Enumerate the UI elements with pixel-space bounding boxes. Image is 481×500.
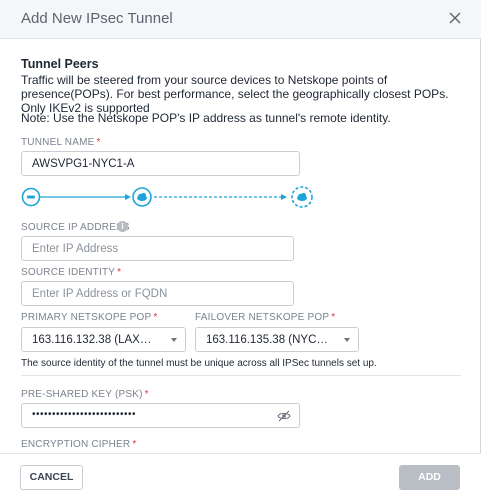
source-identity-label: SOURCE IDENTITY * xyxy=(21,267,122,278)
cloud-icon xyxy=(132,187,152,207)
source-ip-input[interactable]: Enter IP Address xyxy=(21,236,294,261)
failover-tunnel-arrow xyxy=(281,194,287,200)
note-text: Note: Use the Netskope POP's IP address … xyxy=(21,111,391,125)
close-icon[interactable] xyxy=(446,9,464,27)
failover-cloud-icon xyxy=(291,186,313,208)
modal-title: Add New IPsec Tunnel xyxy=(21,10,173,27)
info-icon[interactable]: i xyxy=(117,221,128,232)
failover-pop-value: 163.116.135.38 (NYC1 - New York, NY) xyxy=(206,334,331,346)
modal-header: Add New IPsec Tunnel xyxy=(0,0,481,39)
add-button[interactable]: ADD xyxy=(399,465,460,490)
tunnel-name-input[interactable]: AWSVPG1-NYC1-A xyxy=(21,151,300,176)
primary-tunnel-arrow xyxy=(125,194,131,200)
primary-pop-label: PRIMARY NETSKOPE POP * xyxy=(21,312,158,323)
failover-pop-label: FAILOVER NETSKOPE POP * xyxy=(195,312,336,323)
section-title: Tunnel Peers xyxy=(21,57,99,71)
source-ip-label: SOURCE IP ADDRESS xyxy=(21,222,130,233)
psk-label: PRE-SHARED KEY (PSK) * xyxy=(21,389,149,400)
tunnel-name-label: TUNNEL NAME * xyxy=(21,137,101,148)
modal-footer: CANCEL ADD xyxy=(0,453,481,500)
psk-input[interactable]: •••••••••••••••••••••••••• xyxy=(21,403,300,428)
tunnel-flow-diagram xyxy=(21,186,313,208)
add-ipsec-tunnel-modal: Add New IPsec Tunnel Tunnel Peers Traffi… xyxy=(0,0,481,500)
primary-pop-select[interactable]: 163.116.132.38 (LAX1 - Los Angeles, CA) xyxy=(21,327,186,352)
divider xyxy=(21,375,461,376)
psk-value: •••••••••••••••••••••••••• xyxy=(32,409,137,420)
cancel-button[interactable]: CANCEL xyxy=(20,465,83,490)
eye-slash-icon[interactable] xyxy=(277,410,291,422)
primary-pop-value: 163.116.132.38 (LAX1 - Los Angeles, CA) xyxy=(32,334,157,346)
source-device-icon xyxy=(21,187,41,207)
chevron-down-icon xyxy=(344,338,350,342)
modal-body[interactable]: Tunnel Peers Traffic will be steered fro… xyxy=(0,40,481,453)
identity-hint-text: The source identity of the tunnel must b… xyxy=(21,358,377,369)
source-identity-input[interactable]: Enter IP Address or FQDN xyxy=(21,281,294,306)
failover-pop-select[interactable]: 163.116.135.38 (NYC1 - New York, NY) xyxy=(195,327,359,352)
description-text: Traffic will be steered from your source… xyxy=(21,73,449,115)
encryption-cipher-label: ENCRYPTION CIPHER * xyxy=(21,439,137,450)
chevron-down-icon xyxy=(171,338,177,342)
